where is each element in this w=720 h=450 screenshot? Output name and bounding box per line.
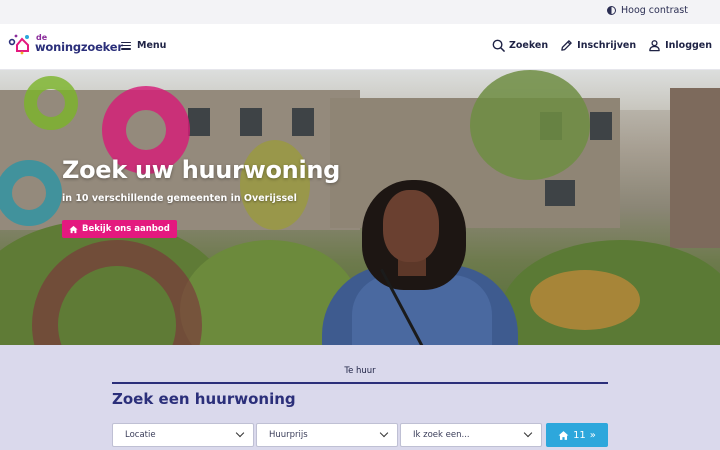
hero-person-face xyxy=(383,190,439,262)
high-contrast-label: Hoog contrast xyxy=(620,5,688,16)
search-icon xyxy=(492,39,505,52)
menu-label: Menu xyxy=(137,40,167,51)
hero-foliage xyxy=(240,140,310,230)
chevron-down-icon xyxy=(235,428,245,438)
nav-register[interactable]: Inschrijven xyxy=(560,39,636,52)
hero-building xyxy=(670,88,720,248)
site-logo[interactable]: de woningzoeker xyxy=(8,33,123,55)
view-offer-button[interactable]: Bekijk ons aanbod xyxy=(62,220,177,238)
hero-window xyxy=(292,108,314,136)
hero-window xyxy=(240,108,262,136)
location-select-label: Locatie xyxy=(125,430,156,440)
user-icon xyxy=(649,40,660,52)
chevron-down-icon xyxy=(379,428,389,438)
pencil-icon xyxy=(561,40,572,51)
show-results-button[interactable]: 11 » xyxy=(546,423,608,447)
chevron-down-icon xyxy=(523,428,533,438)
results-arrow: » xyxy=(589,429,596,441)
hero-banner xyxy=(0,70,720,345)
nav-search[interactable]: Zoeken xyxy=(492,39,548,52)
hero-window xyxy=(188,108,210,136)
decorative-ring xyxy=(24,76,78,130)
results-count: 11 xyxy=(573,429,586,441)
contrast-icon xyxy=(606,6,616,15)
menu-button[interactable]: Menu xyxy=(121,40,166,51)
tab-te-huur[interactable]: Te huur xyxy=(112,366,608,384)
home-icon xyxy=(69,225,78,233)
hero-foliage xyxy=(470,70,590,180)
view-offer-label: Bekijk ons aanbod xyxy=(82,224,170,234)
home-icon xyxy=(558,430,569,440)
housing-type-select-label: Ik zoek een... xyxy=(413,430,470,440)
hero-foliage xyxy=(530,270,640,330)
housing-type-select[interactable]: Ik zoek een... xyxy=(400,423,542,447)
nav-login-label: Inloggen xyxy=(665,40,712,51)
hamburger-icon xyxy=(121,41,131,50)
hero-title: Zoek uw huurwoning xyxy=(62,156,341,184)
utility-bar: Hoog contrast xyxy=(0,0,720,24)
nav-login[interactable]: Inloggen xyxy=(648,39,712,52)
logo-house-icon xyxy=(8,34,29,55)
rent-price-select-label: Huurprijs xyxy=(269,430,308,440)
nav-register-label: Inschrijven xyxy=(577,40,637,51)
rent-price-select[interactable]: Huurprijs xyxy=(256,423,398,447)
hero-window xyxy=(590,112,612,140)
logo-name: woningzoeker xyxy=(35,40,123,55)
hero-subtitle: in 10 verschillende gemeenten in Overijs… xyxy=(62,193,297,204)
header-nav: Zoeken Inschrijven Inloggen xyxy=(492,39,712,52)
location-select[interactable]: Locatie xyxy=(112,423,254,447)
site-header: de woningzoeker Menu Zoeken Inschrijven … xyxy=(0,24,720,70)
hero-window xyxy=(545,180,575,206)
high-contrast-toggle[interactable]: Hoog contrast xyxy=(606,5,688,16)
search-title: Zoek een huurwoning xyxy=(112,390,296,408)
nav-search-label: Zoeken xyxy=(509,40,549,51)
